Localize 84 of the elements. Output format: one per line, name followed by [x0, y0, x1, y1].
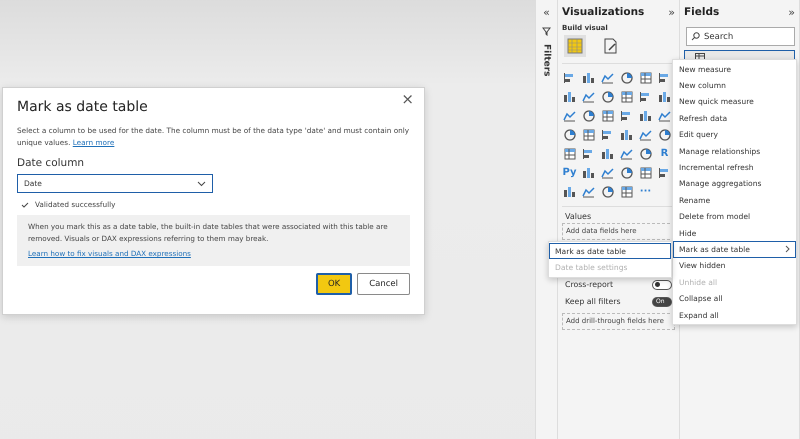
visual-type-button[interactable]: [619, 165, 634, 180]
line-chart-icon: [582, 186, 595, 198]
column-chart-icon: [563, 186, 576, 198]
visual-type-button[interactable]: [638, 165, 653, 180]
table-icon: [620, 186, 632, 198]
checkmark-icon: [21, 202, 29, 208]
bar-chart-icon: [658, 166, 671, 178]
pie-chart-icon: [582, 110, 594, 122]
visual-type-button[interactable]: [581, 108, 596, 123]
visual-type-button[interactable]: R: [657, 146, 672, 161]
table-icon: [564, 148, 576, 160]
visual-type-button[interactable]: [581, 70, 596, 85]
cancel-button[interactable]: Cancel: [357, 273, 410, 295]
line-chart-icon: [620, 148, 633, 160]
line-chart-icon: [582, 90, 595, 102]
table-icon: [640, 166, 652, 178]
column-chart-icon: [620, 128, 633, 140]
line-chart-icon: [658, 110, 671, 122]
bar-chart-icon: [639, 90, 652, 102]
column-chart-icon: [582, 72, 595, 84]
visual-type-button[interactable]: [600, 146, 615, 161]
visual-type-button[interactable]: [619, 127, 634, 142]
field-label: Date column: [17, 157, 86, 169]
table-icon: [640, 72, 652, 84]
search-icon: [691, 32, 700, 41]
column-chart-icon: [582, 166, 595, 178]
toggle-switch[interactable]: [652, 280, 672, 290]
pie-chart-icon: [602, 90, 614, 102]
filters-tab[interactable]: Filters: [542, 44, 552, 77]
visual-type-button[interactable]: [562, 127, 577, 142]
dialog-title: Mark as date table: [17, 99, 149, 115]
bar-chart-icon: [582, 148, 595, 160]
line-chart-icon: [563, 110, 576, 122]
values-label: Values: [565, 212, 592, 221]
visual-type-button[interactable]: [600, 108, 615, 123]
pie-chart-icon: [620, 166, 632, 178]
visual-type-button[interactable]: [581, 165, 596, 180]
visual-type-button[interactable]: [619, 89, 634, 104]
expand-icon[interactable]: «: [543, 6, 550, 19]
pie-chart-icon: [658, 128, 670, 140]
bar-chart-icon: [563, 72, 576, 84]
chevron-down-icon: [197, 180, 206, 186]
visual-type-button[interactable]: [581, 127, 596, 142]
table-icon: [582, 128, 594, 140]
bar-chart-icon: [620, 110, 633, 122]
table-grid-icon: [567, 38, 583, 54]
visual-type-button[interactable]: [657, 127, 672, 142]
pie-chart-icon: [620, 72, 632, 84]
visual-type-button[interactable]: [619, 70, 634, 85]
pie-chart-icon: [640, 148, 652, 160]
visual-type-button[interactable]: [562, 184, 577, 199]
visual-type-button[interactable]: [600, 184, 615, 199]
visual-type-button[interactable]: [562, 89, 577, 104]
column-chart-icon: [601, 148, 614, 160]
visual-type-button[interactable]: [638, 146, 653, 161]
column-chart-icon: [639, 110, 652, 122]
build-visual-tab[interactable]: [564, 35, 586, 57]
visual-type-button[interactable]: [638, 70, 653, 85]
filter-icon: [542, 27, 551, 36]
close-button[interactable]: ×: [397, 90, 418, 108]
pie-chart-icon: [602, 186, 614, 198]
pane-title: Fields: [684, 6, 720, 18]
search-field[interactable]: Search: [686, 27, 795, 46]
pie-chart-icon: [564, 128, 576, 140]
column-chart-icon: [563, 90, 576, 102]
column-chart-icon: [658, 90, 671, 102]
line-chart-icon: [601, 166, 614, 178]
table-icon: [602, 110, 614, 122]
visual-type-button[interactable]: ···: [638, 184, 653, 199]
bar-chart-icon: [658, 72, 671, 84]
visual-type-button[interactable]: [619, 184, 634, 199]
pane-title: Visualizations: [562, 6, 644, 18]
line-chart-icon: [639, 128, 652, 140]
collapse-icon[interactable]: »: [668, 6, 675, 18]
visual-type-button[interactable]: [657, 89, 672, 104]
visual-type-button[interactable]: Py: [562, 165, 577, 180]
ok-button[interactable]: OK: [316, 273, 352, 295]
visual-type-button[interactable]: [638, 108, 653, 123]
visual-type-button[interactable]: [562, 146, 577, 161]
table-icon: [620, 90, 632, 102]
line-chart-icon: [601, 72, 614, 84]
visual-type-button[interactable]: [600, 89, 615, 104]
bar-chart-icon: [601, 128, 614, 140]
collapse-icon[interactable]: »: [788, 6, 795, 18]
